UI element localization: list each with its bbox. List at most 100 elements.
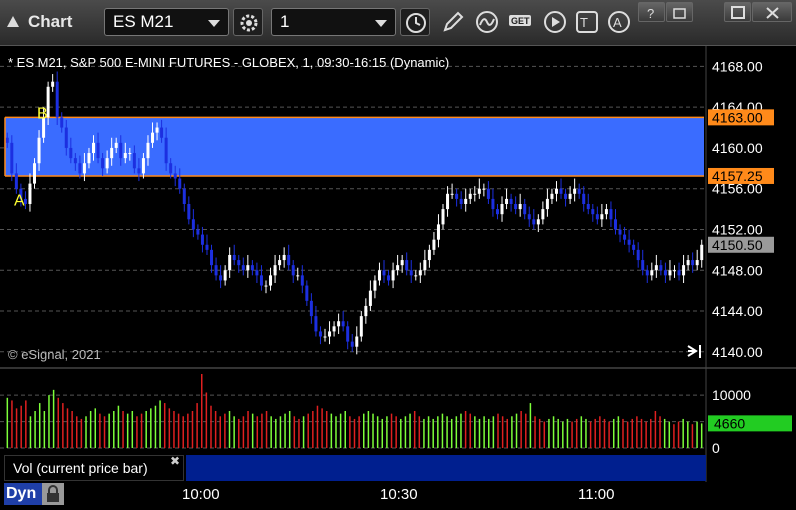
candle-body xyxy=(205,244,209,250)
last-price-badge-text: 4150.50 xyxy=(712,237,763,253)
chevron-down-icon[interactable] xyxy=(375,20,387,27)
candle-body xyxy=(355,336,359,347)
get-data-button[interactable]: GET xyxy=(505,8,535,36)
price-tick-label: 4144.00 xyxy=(712,303,763,319)
price-tick-label: 4168.00 xyxy=(712,58,763,74)
candle-body xyxy=(482,188,486,190)
candle-body xyxy=(37,137,41,164)
candle-body xyxy=(432,239,436,250)
candle-body xyxy=(164,137,168,164)
candle-body xyxy=(123,153,127,159)
candle-body xyxy=(141,158,145,174)
candle-body xyxy=(682,265,686,276)
candle-body xyxy=(450,193,454,195)
candle-body xyxy=(200,234,204,245)
volume-tick-label: 0 xyxy=(712,440,720,456)
price-tick-label: 4152.00 xyxy=(712,221,763,237)
candle-body xyxy=(455,193,459,199)
candle-body xyxy=(323,336,327,338)
chart-canvas[interactable]: 4168.004164.004160.004156.004152.004148.… xyxy=(0,46,796,482)
volume-study-bar xyxy=(186,455,706,481)
volume-study-label[interactable]: Vol (current price bar) xyxy=(4,455,184,481)
draw-button[interactable] xyxy=(438,8,468,36)
interval-combo[interactable]: 1 xyxy=(271,8,396,36)
candle-body xyxy=(414,275,418,277)
alert-button[interactable]: A xyxy=(604,8,634,36)
candle-body xyxy=(650,270,654,276)
candle-body xyxy=(477,188,481,194)
candle-body xyxy=(659,265,663,271)
svg-text:T: T xyxy=(580,15,588,30)
candle-body xyxy=(92,142,96,154)
last-volume-text: 4660 xyxy=(714,415,745,431)
candle-body xyxy=(110,147,114,159)
studies-button[interactable] xyxy=(472,8,502,36)
candle-body xyxy=(427,249,431,261)
candle-body xyxy=(28,183,32,204)
candle-body xyxy=(182,188,186,204)
candle-body xyxy=(346,326,350,342)
candle-body xyxy=(101,158,105,169)
candle-body xyxy=(654,265,658,271)
candle-body xyxy=(441,209,445,225)
maximize-button[interactable] xyxy=(724,2,751,22)
candle-body xyxy=(541,209,545,220)
candle-body xyxy=(14,173,18,189)
candle-body xyxy=(582,193,586,204)
alert-icon: A xyxy=(608,11,630,33)
zone-high-badge-text: 4163.00 xyxy=(712,109,763,125)
candle-body xyxy=(564,193,568,199)
candle-body xyxy=(491,198,495,210)
candle-body xyxy=(214,265,218,276)
candle-body xyxy=(69,147,73,159)
time-template-button[interactable] xyxy=(400,8,430,36)
close-button[interactable] xyxy=(752,2,792,22)
candle-body xyxy=(259,275,263,286)
candle-body xyxy=(518,204,522,210)
candle-body xyxy=(550,193,554,199)
chevron-down-icon[interactable] xyxy=(208,20,220,27)
candle-body xyxy=(473,193,477,195)
candle-body xyxy=(73,158,77,164)
candle-body xyxy=(33,163,37,184)
title-bar: Chart ES M21 1 GET T A ? xyxy=(0,0,796,46)
candle-body xyxy=(400,260,404,266)
lock-icon xyxy=(47,485,59,502)
candle-body xyxy=(554,188,558,194)
interval-value: 1 xyxy=(280,12,290,31)
candle-body xyxy=(332,326,336,332)
candle-body xyxy=(287,254,291,266)
volume-study-title: Vol (current price bar) xyxy=(13,460,148,476)
restore-button[interactable] xyxy=(666,2,693,22)
candle-body xyxy=(178,178,182,189)
candle-body xyxy=(668,270,672,276)
price-zone-rect[interactable] xyxy=(5,117,704,176)
candle-body xyxy=(636,249,640,261)
candle-body xyxy=(577,188,581,194)
candle-body xyxy=(645,270,649,276)
candle-body xyxy=(691,260,695,266)
candle-body xyxy=(464,198,468,204)
candle-body xyxy=(223,270,227,281)
gear-button[interactable] xyxy=(233,8,263,36)
candle-body xyxy=(350,341,354,347)
time-axis[interactable]: 10:00 10:30 11:00 xyxy=(0,482,796,508)
text-tool-button[interactable]: T xyxy=(572,8,602,36)
price-tick-label: 4160.00 xyxy=(712,140,763,156)
lock-button[interactable] xyxy=(42,483,64,505)
symbol-combo[interactable]: ES M21 xyxy=(104,8,229,36)
candle-body xyxy=(677,270,681,276)
dynamic-mode-button[interactable]: Dyn xyxy=(4,483,42,505)
close-study-icon[interactable]: ✖ xyxy=(170,454,180,468)
candle-body xyxy=(169,163,173,174)
candle-body xyxy=(396,265,400,271)
candle-body xyxy=(160,127,164,138)
help-button[interactable]: ? xyxy=(638,2,665,22)
candle-body xyxy=(700,244,704,261)
help-icon: ? xyxy=(647,6,654,20)
candle-body xyxy=(387,275,391,281)
candle-body xyxy=(532,219,536,225)
candle-body xyxy=(373,280,377,291)
candle-body xyxy=(623,234,627,240)
replay-button[interactable] xyxy=(540,8,570,36)
